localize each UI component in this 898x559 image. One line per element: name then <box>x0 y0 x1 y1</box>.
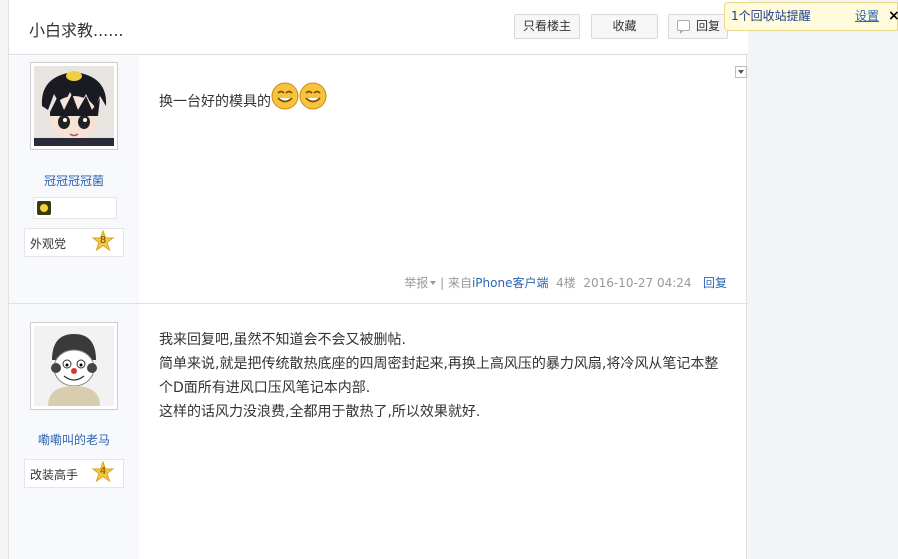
level-name: 外观党 <box>30 237 67 251</box>
post-content: 我来回复吧,虽然不知道会不会又被删帖. 简单来说,就是把传统散热底座的四周密封起… <box>159 328 718 424</box>
smile-emoji-icon <box>299 82 327 110</box>
recycle-bin-notification: 1个回收站提醒 设置 × <box>724 2 898 31</box>
level-name: 改装高手 <box>30 468 79 482</box>
thread-main: 小白求教...... 只看楼主 收藏 回复 冠冠冠冠菌 外观党 8 换一台好的模… <box>8 0 748 559</box>
avatar[interactable] <box>30 62 118 150</box>
post-content: 换一台好的模具的 <box>159 82 327 114</box>
close-icon[interactable]: × <box>888 3 898 30</box>
level-badge[interactable]: 改装高手 4 <box>24 459 124 488</box>
client-link[interactable]: iPhone客户端 <box>472 276 549 290</box>
post-text-line: 换一台好的模具的 <box>159 94 271 110</box>
post-text-line: 我来回复吧,虽然不知道会不会又被删帖. <box>159 332 406 348</box>
favorite-button[interactable]: 收藏 <box>591 14 658 39</box>
report-link[interactable]: 举报 <box>404 276 428 290</box>
author-name[interactable]: 嘞嘞叫的老马 <box>9 431 139 448</box>
post-text-line: 简单来说,就是把传统散热底座的四周密封起来,再换上高风压的暴力风扇,将冷风从笔记… <box>159 356 719 372</box>
avatar[interactable] <box>30 322 118 410</box>
tail-separator: | <box>440 276 445 290</box>
reply-link[interactable]: 回复 <box>703 276 727 290</box>
thread-header: 小白求教...... 只看楼主 收藏 回复 <box>9 0 748 55</box>
medal-icon <box>37 201 51 215</box>
author-name[interactable]: 冠冠冠冠菌 <box>9 172 139 189</box>
notification-text[interactable]: 1个回收站提醒 <box>731 3 811 30</box>
smile-emoji-icon <box>271 82 299 110</box>
post-time: 2016-10-27 04:24 <box>583 276 692 290</box>
level-badge[interactable]: 外观党 8 <box>24 228 124 257</box>
floor-number: 4楼 <box>556 276 576 290</box>
thread-title: 小白求教...... <box>29 21 124 40</box>
chevron-down-icon <box>430 281 437 285</box>
post-floor-5: 嘞嘞叫的老马 改装高手 4 我来回复吧,虽然不知道会不会又被删帖. 简单来说,就… <box>9 304 748 559</box>
post-text-line: 这样的话风力没浪费,全都用于散热了,所以效果就好. <box>159 404 481 420</box>
only-op-button[interactable]: 只看楼主 <box>514 14 580 39</box>
author-badge <box>33 197 117 219</box>
post-floor-4: 冠冠冠冠菌 外观党 8 换一台好的模具的 举报 | 来自iPhone客户端 4楼… <box>9 56 748 304</box>
author-panel: 冠冠冠冠菌 外观党 8 <box>9 56 139 303</box>
post-text-line: 个D面所有进风口压风笔记本内部. <box>159 380 371 396</box>
anime-boy-avatar-icon <box>34 66 114 146</box>
post-menu-dropdown[interactable] <box>735 66 747 78</box>
level-number: 4 <box>99 466 107 477</box>
level-number: 8 <box>99 235 107 246</box>
notification-settings-link[interactable]: 设置 <box>855 3 879 30</box>
reply-button-label: 回复 <box>696 19 721 33</box>
reply-button[interactable]: 回复 <box>668 14 728 39</box>
author-panel: 嘞嘞叫的老马 改装高手 4 <box>9 304 139 559</box>
from-prefix: 来自 <box>447 276 472 290</box>
cartoon-doraemon-avatar-icon <box>34 326 114 406</box>
post-tail: 举报 | 来自iPhone客户端 4楼 2016-10-27 04:24 回复 <box>404 274 727 291</box>
comment-icon <box>677 20 690 34</box>
right-sidebar <box>748 0 898 559</box>
